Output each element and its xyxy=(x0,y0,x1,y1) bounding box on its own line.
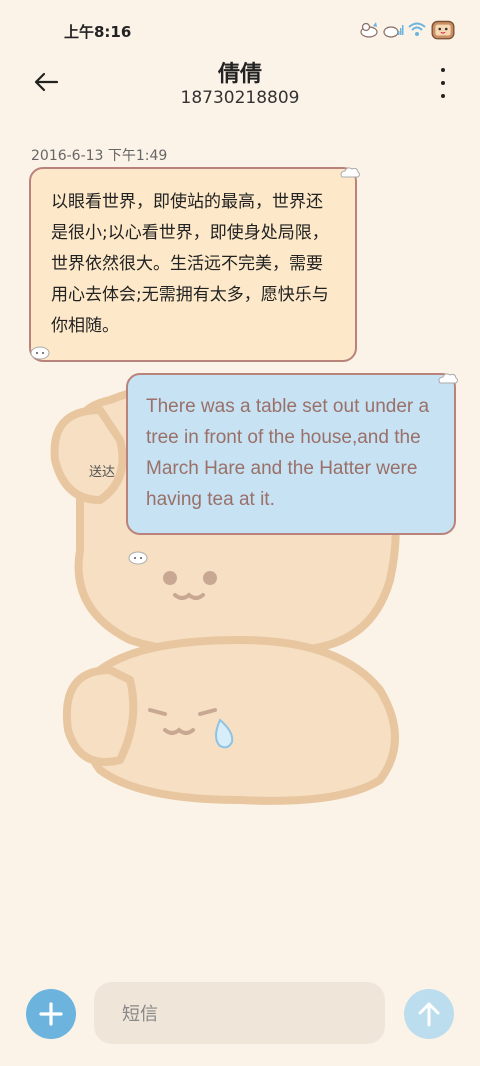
incoming-message-bubble[interactable]: 以眼看世界，即使站的最高，世界还是很小;以心看世界，即使身处局限，世界依然很大。… xyxy=(29,167,357,362)
add-attachment-button[interactable] xyxy=(26,989,76,1039)
cloud-sticker-icon xyxy=(438,373,458,384)
more-dot-icon xyxy=(441,81,445,85)
bear-icon xyxy=(360,22,378,38)
more-dot-icon xyxy=(441,94,445,98)
contact-number: 18730218809 xyxy=(180,88,300,108)
message-input[interactable]: 短信 xyxy=(94,982,385,1044)
wifi-icon xyxy=(408,22,426,36)
status-time: 上午8:16 xyxy=(64,23,132,41)
send-button[interactable] xyxy=(404,989,454,1039)
message-input-placeholder: 短信 xyxy=(122,1004,158,1025)
plus-icon xyxy=(39,1002,63,1026)
message-timestamp: 2016-6-13 下午1:49 xyxy=(31,148,168,164)
puppy-sticker-icon xyxy=(128,551,148,565)
arrow-up-icon xyxy=(418,1002,440,1027)
more-options-button[interactable] xyxy=(436,68,450,98)
cloud-sticker-icon xyxy=(340,167,360,178)
more-dot-icon xyxy=(441,68,445,72)
message-composer: 短信 xyxy=(0,980,480,1050)
signal-bear-icon xyxy=(383,25,404,38)
outgoing-message-text: There was a table set out under a tree i… xyxy=(146,396,430,510)
contact-name: 倩倩 xyxy=(217,62,262,87)
status-bar: 上午8:16 xyxy=(0,0,480,58)
delivery-status: 送达 xyxy=(89,465,116,480)
puppy-sticker-icon xyxy=(30,346,50,360)
incoming-message-text: 以眼看世界，即使站的最高，世界还是很小;以心看世界，即使身处局限，世界依然很大。… xyxy=(51,192,329,336)
status-icons xyxy=(358,16,456,42)
outgoing-message-bubble[interactable]: There was a table set out under a tree i… xyxy=(126,373,456,535)
conversation-header: 倩倩 18730218809 xyxy=(0,52,480,112)
battery-toast-icon xyxy=(431,20,455,40)
